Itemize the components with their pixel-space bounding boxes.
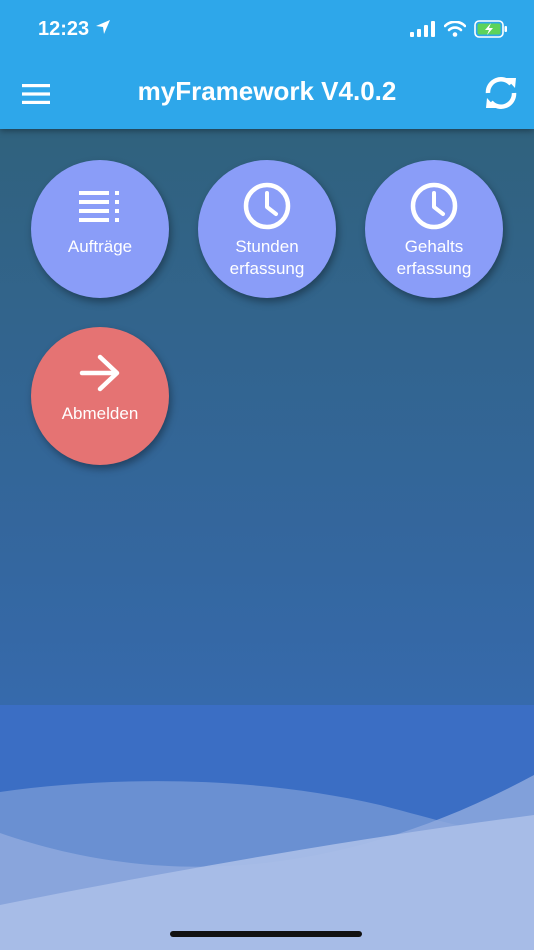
clock-icon [241,180,293,232]
signal-icon [410,21,435,37]
tile-auftraege[interactable]: Aufträge [31,160,169,298]
arrow-right-icon [74,347,126,399]
wifi-icon [444,21,466,37]
tile-abmelden[interactable]: Abmelden [31,327,169,465]
status-icons [410,20,508,38]
location-arrow-icon [96,20,110,34]
clock-icon [408,180,460,232]
toolbar: myFramework V4.0.2 [0,60,534,129]
status-bar: 12:23 [0,0,534,60]
tile-label-line2: erfassung [396,259,472,278]
app-header: 12:23 myFramework V4.0.2 [0,0,534,129]
page-title: myFramework V4.0.2 [137,76,397,106]
tile-gehaltserfassung[interactable]: Gehalts erfassung [365,160,503,298]
tile-label-line1: Gehalts [404,237,464,256]
battery-charging-icon [474,20,507,38]
status-time: 12:23 [38,18,90,40]
tile-label: Abmelden [61,404,139,423]
list-icon [74,180,126,232]
tile-label-line1: Stunden [235,237,299,256]
tile-label: Aufträge [67,237,133,256]
home-indicator[interactable] [170,931,362,937]
background-waves [0,705,534,950]
refresh-icon[interactable] [482,74,520,112]
tile-stundenerfassung[interactable]: Stunden erfassung [198,160,336,298]
tile-label-line2: erfassung [229,259,305,278]
tile-label: Gehalts erfassung [397,236,472,280]
tile-label: Stunden erfassung [230,236,305,280]
